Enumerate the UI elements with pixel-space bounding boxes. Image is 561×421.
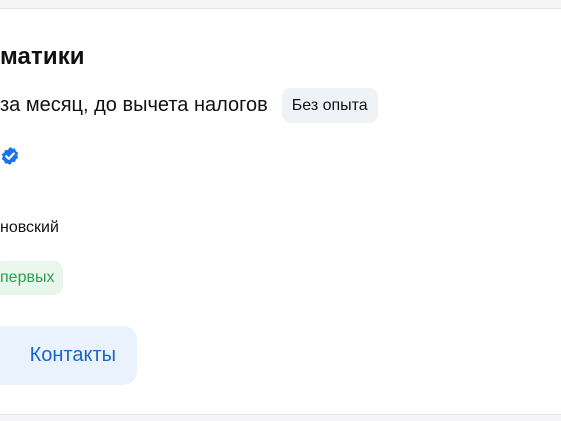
salary-text: за месяц, до вычета налогов	[0, 94, 268, 116]
vacancy-title[interactable]: матики	[0, 43, 85, 71]
vacancy-card: матики за месяц, до вычета налогов Без о…	[0, 8, 561, 415]
address-text: новский	[0, 219, 59, 236]
salary-row: за месяц, до вычета налогов Без опыта	[0, 88, 378, 123]
contacts-button[interactable]: Контакты	[0, 326, 137, 385]
first-applicants-badge: первых	[0, 261, 64, 295]
experience-tag: Без опыта	[281, 88, 378, 123]
verified-check-icon	[1, 147, 19, 165]
